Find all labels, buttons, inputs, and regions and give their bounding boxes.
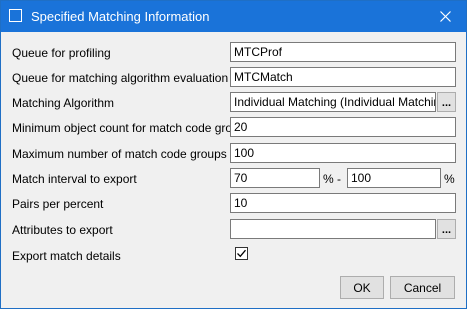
queue-profiling-field[interactable]: MTCProf xyxy=(230,42,456,62)
window-icon xyxy=(9,9,22,22)
match-interval-label: Match interval to export xyxy=(12,172,137,186)
queue-matching-field[interactable]: MTCMatch xyxy=(230,67,456,87)
close-icon xyxy=(439,11,451,22)
match-interval-from-field[interactable]: 70 xyxy=(230,168,320,188)
ok-button[interactable]: OK xyxy=(340,276,384,299)
matching-algorithm-label: Matching Algorithm xyxy=(12,96,115,110)
matching-algorithm-browse-button[interactable]: ... xyxy=(437,92,456,112)
export-match-details-checkbox[interactable] xyxy=(235,247,248,260)
close-button[interactable] xyxy=(424,1,466,32)
cancel-button[interactable]: Cancel xyxy=(390,276,455,299)
match-interval-from-unit: % xyxy=(323,172,334,186)
min-object-count-field[interactable]: 20 xyxy=(230,117,456,137)
title-bar[interactable]: Specified Matching Information xyxy=(1,1,466,32)
max-groups-label: Maximum number of match code groups xyxy=(12,147,227,161)
attributes-export-label: Attributes to export xyxy=(12,223,113,237)
min-object-count-label: Minimum object count for match code grou… xyxy=(12,121,252,135)
match-interval-to-unit: % xyxy=(444,172,455,186)
checkmark-icon xyxy=(237,249,246,258)
pairs-per-percent-label: Pairs per percent xyxy=(12,197,104,211)
max-groups-field[interactable]: 100 xyxy=(230,143,456,163)
attributes-export-browse-button[interactable]: ... xyxy=(437,219,456,239)
browse-label: ... xyxy=(441,97,452,109)
dialog-title: Specified Matching Information xyxy=(31,9,210,24)
queue-matching-label: Queue for matching algorithm evaluation xyxy=(12,71,229,85)
match-interval-separator: - xyxy=(337,172,341,186)
match-interval-to-field[interactable]: 100 xyxy=(347,168,441,188)
matching-algorithm-field[interactable]: Individual Matching (Individual Matching… xyxy=(230,92,436,112)
dialog-window: Specified Matching Information Queue for… xyxy=(0,0,467,309)
browse-label: ... xyxy=(441,224,452,236)
queue-profiling-label: Queue for profiling xyxy=(12,46,111,60)
attributes-export-field[interactable] xyxy=(230,219,436,239)
export-match-details-label: Export match details xyxy=(12,249,121,263)
pairs-per-percent-field[interactable]: 10 xyxy=(230,193,456,213)
